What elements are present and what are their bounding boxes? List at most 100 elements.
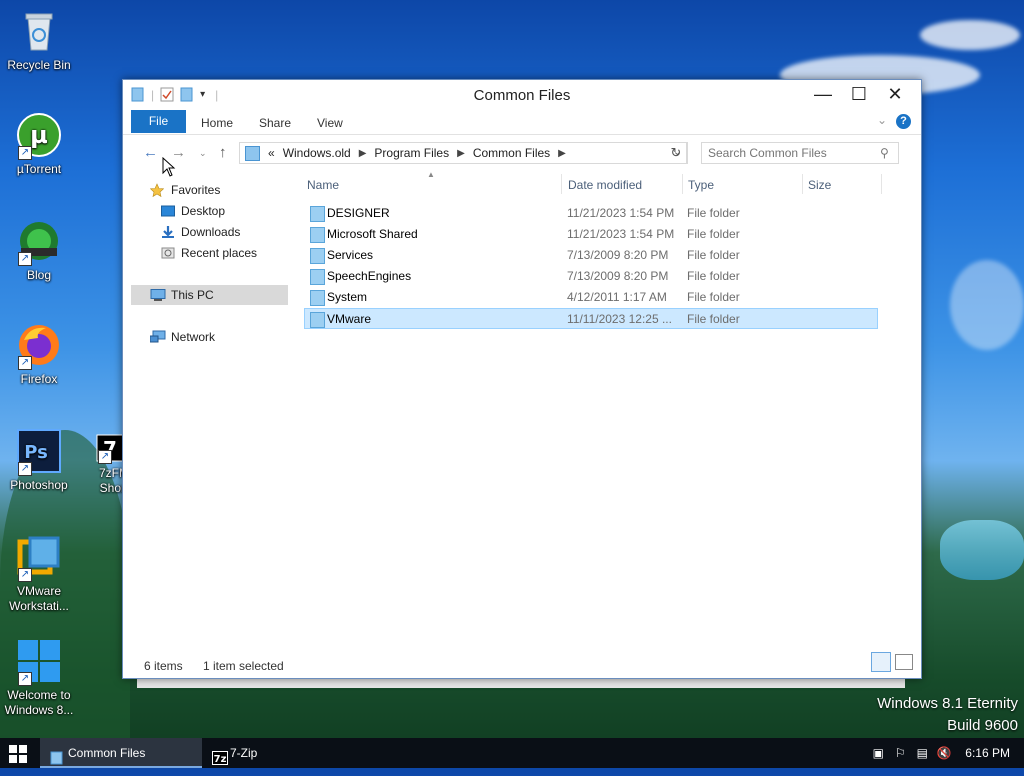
- desktop-icon-photoshop[interactable]: Ps ↗ Photoshop: [1, 428, 77, 493]
- file-name: SpeechEngines: [327, 269, 412, 283]
- sort-ascending-icon: ▲: [427, 170, 435, 179]
- expand-ribbon-icon[interactable]: ⌄: [877, 113, 887, 127]
- search-box[interactable]: ⚲: [701, 142, 899, 164]
- shortcut-arrow-icon: ↗: [98, 450, 112, 464]
- window-controls: — ☐ ✕: [805, 82, 913, 106]
- file-row[interactable]: SpeechEngines 7/13/2009 8:20 PM File fol…: [305, 266, 877, 286]
- maximize-button[interactable]: ☐: [841, 82, 877, 106]
- nav-label: Desktop: [181, 204, 226, 218]
- chevron-right-icon[interactable]: ▶: [457, 148, 465, 159]
- tab-view[interactable]: View: [317, 116, 343, 130]
- file-name: DESIGNER: [327, 206, 390, 220]
- desktop-icon-recycle-bin[interactable]: Recycle Bin: [1, 8, 77, 73]
- shortcut-arrow-icon: ↗: [18, 568, 32, 582]
- up-button[interactable]: ↑: [219, 144, 227, 161]
- folder-icon: [310, 312, 325, 328]
- desktop-icon-label: µTorrent: [16, 162, 62, 176]
- watermark-edition: Windows 8.1 Eternity: [877, 695, 1018, 712]
- nav-label: Favorites: [171, 183, 221, 197]
- nav-downloads[interactable]: Downloads: [123, 222, 293, 242]
- file-date: 4/12/2011 1:17 AM: [567, 290, 667, 304]
- refresh-button[interactable]: ↻: [665, 142, 688, 164]
- start-button[interactable]: [9, 745, 27, 763]
- desktop-icon-label: Welcome to Windows 8...: [4, 688, 74, 717]
- utorrent-icon: µ ↗: [16, 112, 62, 160]
- desktop-icon-vmware[interactable]: ↗ VMware Workstati...: [1, 534, 77, 614]
- clock[interactable]: 6:16 PM: [965, 746, 1010, 760]
- nav-desktop[interactable]: Desktop: [123, 201, 293, 221]
- file-date: 11/21/2023 1:54 PM: [567, 227, 675, 241]
- chevron-right-icon[interactable]: ▶: [359, 148, 367, 159]
- shortcut-arrow-icon: ↗: [18, 462, 32, 476]
- desktop-icon-welcome[interactable]: ↗ Welcome to Windows 8...: [1, 638, 77, 718]
- file-date: 11/11/2023 12:25 ...: [567, 312, 672, 326]
- file-date: 11/21/2023 1:54 PM: [567, 206, 675, 220]
- breadcrumb-program-files[interactable]: Program Files: [374, 146, 449, 160]
- address-bar[interactable]: « Windows.old ▶ Program Files ▶ Common F…: [239, 142, 687, 164]
- desktop-icon-blog[interactable]: ↗ Blog: [1, 218, 77, 283]
- desktop-icon: [161, 204, 175, 217]
- nav-favorites[interactable]: Favorites: [123, 180, 293, 200]
- chevron-right-icon[interactable]: ▶: [558, 148, 566, 159]
- large-icons-view-button[interactable]: [895, 654, 913, 670]
- file-row[interactable]: Microsoft Shared 11/21/2023 1:54 PM File…: [305, 224, 877, 244]
- column-divider[interactable]: [881, 174, 882, 194]
- tab-share[interactable]: Share: [259, 116, 291, 130]
- column-header-name[interactable]: Name: [307, 178, 339, 192]
- desktop-icon-utorrent[interactable]: µ ↗ µTorrent: [1, 112, 77, 177]
- breadcrumb-windows-old[interactable]: Windows.old: [283, 146, 351, 160]
- file-row[interactable]: DESIGNER 11/21/2023 1:54 PM File folder: [305, 203, 877, 223]
- desktop-icon-label: Recycle Bin: [7, 58, 71, 72]
- computer-icon: [150, 288, 166, 301]
- details-view-button[interactable]: [871, 652, 891, 672]
- nav-network[interactable]: Network: [123, 327, 293, 347]
- os-watermark: Windows 8.1 Eternity Build 9600: [877, 693, 1018, 737]
- recent-locations-dropdown[interactable]: ⌄: [199, 148, 207, 159]
- breadcrumb-overflow[interactable]: «: [268, 146, 275, 160]
- display-tray-icon[interactable]: ▤: [911, 746, 933, 760]
- breadcrumb-common-files[interactable]: Common Files: [473, 146, 550, 160]
- column-header-size[interactable]: Size: [808, 178, 831, 192]
- flag-icon[interactable]: ⚐: [889, 746, 911, 760]
- column-header-date[interactable]: Date modified: [568, 178, 642, 192]
- item-count: 6 items: [144, 659, 183, 673]
- search-icon[interactable]: ⚲: [880, 146, 889, 160]
- network-tray-icon[interactable]: ▣: [867, 746, 889, 760]
- nav-recent-places[interactable]: Recent places: [123, 243, 293, 263]
- desktop-icon-firefox[interactable]: ↗ Firefox: [1, 322, 77, 387]
- close-button[interactable]: ✕: [877, 82, 913, 106]
- column-header-type[interactable]: Type: [688, 178, 714, 192]
- file-type: File folder: [687, 227, 740, 241]
- tab-home[interactable]: Home: [201, 116, 233, 130]
- 7zip-icon: 7 ↗: [96, 434, 124, 464]
- network-icon: [149, 330, 166, 343]
- help-button[interactable]: ?: [896, 114, 911, 129]
- file-list: ▲ Name Date modified Type Size DESIGNER …: [301, 170, 917, 650]
- column-divider[interactable]: [561, 174, 562, 194]
- star-icon: [149, 183, 165, 198]
- column-divider[interactable]: [682, 174, 683, 194]
- explorer-window: | ▾ | Common Files — ☐ ✕ File Home Share…: [122, 79, 922, 679]
- nav-this-pc[interactable]: This PC: [131, 285, 288, 305]
- blog-icon: ↗: [16, 218, 62, 266]
- tab-file[interactable]: File: [131, 110, 186, 133]
- search-input[interactable]: [702, 145, 880, 161]
- minimize-button[interactable]: —: [805, 82, 841, 106]
- folder-icon: [310, 206, 325, 222]
- folder-icon: [310, 269, 325, 285]
- vmware-icon: ↗: [16, 534, 62, 582]
- title-bar[interactable]: | ▾ | Common Files — ☐ ✕: [123, 80, 921, 110]
- column-divider[interactable]: [802, 174, 803, 194]
- file-row[interactable]: System 4/12/2011 1:17 AM File folder: [305, 287, 877, 307]
- file-date: 7/13/2009 8:20 PM: [567, 248, 669, 262]
- file-row[interactable]: Services 7/13/2009 8:20 PM File folder: [305, 245, 877, 265]
- volume-muted-icon[interactable]: 🔇: [933, 746, 955, 760]
- taskbar-item-common-files[interactable]: Common Files: [40, 738, 202, 768]
- folder-icon: [310, 227, 325, 243]
- desktop-icon-label: VMware Workstati...: [9, 584, 69, 613]
- back-button[interactable]: ←: [143, 144, 158, 161]
- file-row-selected[interactable]: VMware 11/11/2023 12:25 ... File folder: [304, 308, 878, 329]
- 7zip-icon: 7z: [212, 746, 228, 765]
- file-type: File folder: [687, 269, 740, 283]
- taskbar-item-7zip[interactable]: 7z 7-Zip: [202, 738, 330, 768]
